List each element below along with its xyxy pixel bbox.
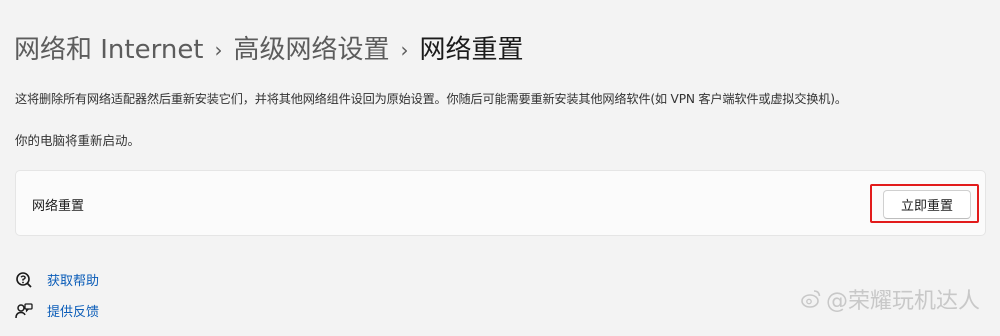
breadcrumb-item-network-internet[interactable]: 网络和 Internet — [14, 30, 204, 70]
settings-page: 网络和 Internet › 高级网络设置 › 网络重置 这将删除所有网络适配器… — [0, 0, 1000, 336]
weibo-logo-icon — [801, 290, 821, 308]
breadcrumb: 网络和 Internet › 高级网络设置 › 网络重置 — [14, 30, 524, 70]
help-icon — [16, 271, 32, 288]
restart-note: 你的电脑将重新启动。 — [15, 133, 141, 148]
feedback-icon — [15, 302, 33, 318]
give-feedback-label[interactable]: 提供反馈 — [47, 301, 99, 320]
give-feedback-link[interactable]: 提供反馈 — [15, 301, 99, 320]
get-help-link[interactable]: 获取帮助 — [15, 270, 99, 289]
chevron-right-icon: › — [400, 38, 409, 62]
reset-now-button[interactable]: 立即重置 — [883, 190, 971, 219]
breadcrumb-item-advanced-network[interactable]: 高级网络设置 — [234, 30, 390, 70]
chevron-right-icon: › — [214, 38, 223, 62]
network-reset-label: 网络重置 — [32, 199, 85, 214]
watermark-text: @荣耀玩机达人 — [825, 289, 980, 314]
watermark: @荣耀玩机达人 — [800, 283, 980, 315]
get-help-label[interactable]: 获取帮助 — [47, 270, 99, 289]
page-title: 网络重置 — [419, 35, 524, 65]
reset-description: 这将删除所有网络适配器然后重新安装它们，并将其他网络组件设回为原始设置。你随后可… — [15, 92, 847, 106]
network-reset-card: 网络重置 立即重置 — [15, 170, 986, 236]
